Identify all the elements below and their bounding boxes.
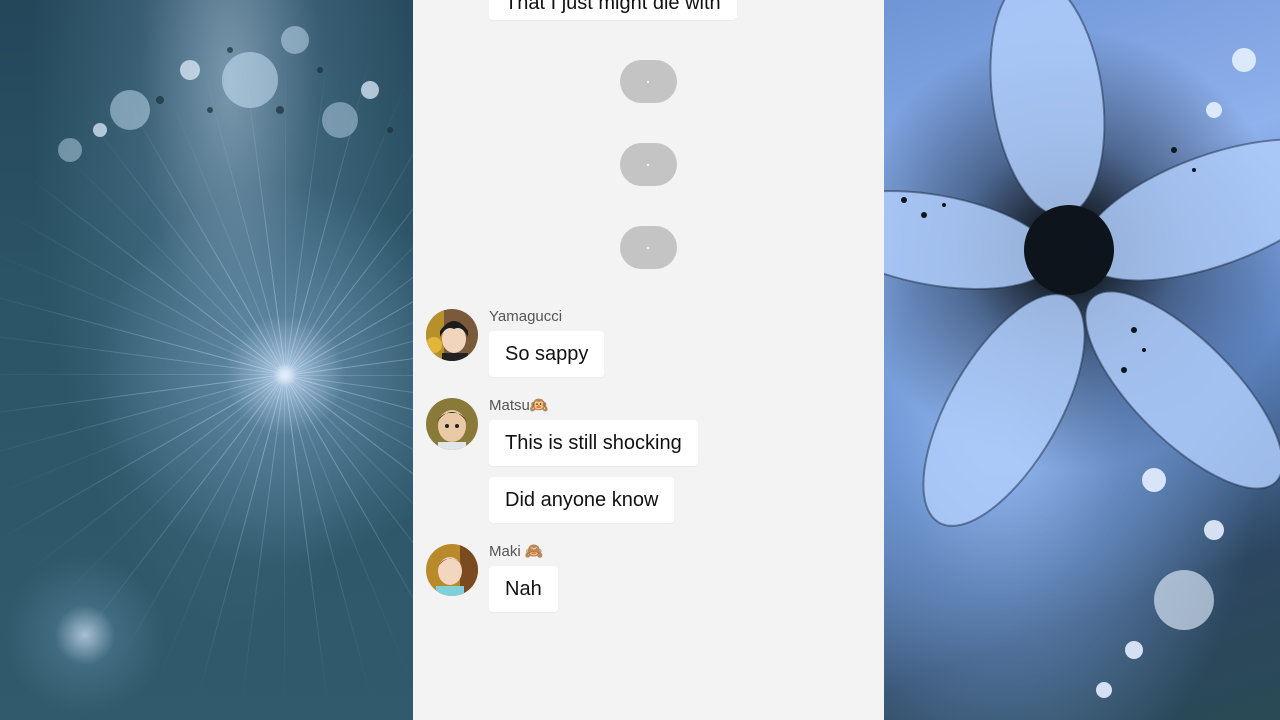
chat-panel: That I just might die with Yamagucci So … [413,0,884,720]
light-ray [119,374,285,661]
message-bubble-partial: That I just might die with [489,0,737,20]
right-background-wallpaper [884,0,1280,720]
message-text: That I just might die with [505,0,721,14]
flower-cluster-decoration [58,26,393,162]
light-ray [198,374,285,694]
light-ray [0,209,286,375]
left-background-wallpaper [0,0,413,720]
sender-name: Matsu🙉 [489,397,549,414]
maki-avatar-icon [426,544,478,596]
light-ray [0,330,286,375]
light-ray [157,374,285,680]
message-text: Nah [505,578,542,600]
typing-dot [647,81,649,83]
message-text: Did anyone know [505,489,659,511]
message-text: So sappy [505,343,589,365]
avatar-yamagucci[interactable] [426,309,478,361]
light-ray [284,375,413,638]
avatar-matsu[interactable] [426,398,478,450]
light-ray [284,375,285,705]
light-ray [284,375,371,695]
yamaguchi-avatar-icon [426,309,478,361]
typing-dot [647,247,649,249]
large-flower-decoration [884,0,1280,698]
message-text: This is still shocking [505,432,682,454]
message-bubble: So sappy [489,331,605,377]
typing-dot [647,164,649,166]
light-ray [285,375,413,376]
message-bubble: This is still shocking [489,420,698,466]
message-bubble: Did anyone know [489,477,675,523]
typing-indicator [620,226,677,269]
sender-name: Yamagucci [489,308,563,325]
sender-name: Maki 🙈 [489,543,544,560]
light-ray [0,374,285,375]
typing-indicator [620,143,677,186]
light-ray [51,140,286,375]
message-bubble: Nah [489,566,558,612]
avatar-maki[interactable] [426,544,478,596]
matsu-avatar-icon [426,398,478,450]
typing-indicator [620,60,677,103]
